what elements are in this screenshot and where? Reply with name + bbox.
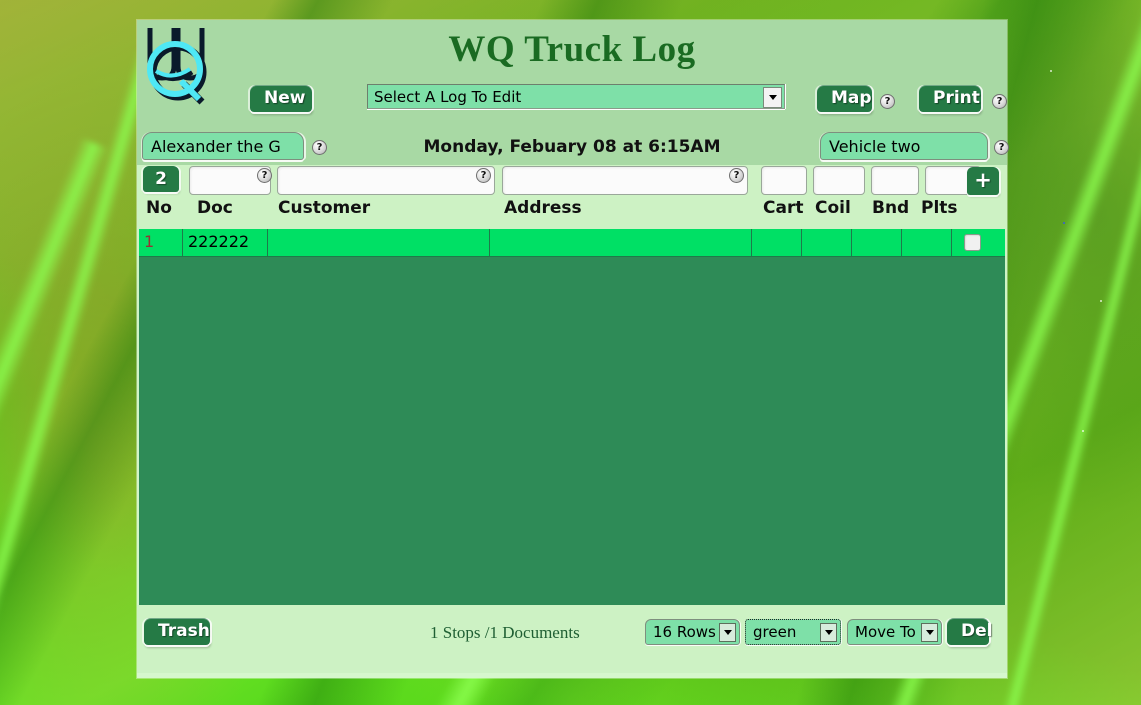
speck — [1063, 222, 1065, 224]
move-to-value: Move To — [855, 623, 916, 641]
stops-documents-status: 1 Stops /1 Documents — [430, 623, 580, 642]
cell-select — [952, 229, 992, 256]
log-select-value: Select A Log To Edit — [374, 88, 522, 106]
vehicle-help-icon[interactable]: ? — [994, 140, 1009, 155]
chevron-down-icon[interactable] — [820, 623, 837, 642]
map-button[interactable]: Map — [817, 85, 872, 112]
address-help-icon[interactable]: ? — [729, 168, 744, 183]
column-label-no: No — [146, 198, 172, 218]
entry-count-badge: 2 — [143, 166, 179, 192]
move-to-select[interactable]: Move To — [847, 619, 942, 645]
cell-cart[interactable] — [752, 229, 802, 256]
column-label-plts: Plts — [921, 198, 958, 218]
info-row: Alexander the G ? Monday, Febuary 08 at … — [137, 125, 1009, 165]
cell-bnd[interactable] — [852, 229, 902, 256]
new-button[interactable]: New — [250, 85, 312, 112]
cell-address[interactable] — [490, 229, 752, 256]
cell-coil[interactable] — [802, 229, 852, 256]
log-select-dropdown[interactable]: Select A Log To Edit — [367, 84, 785, 109]
column-label-doc: Doc — [197, 198, 233, 218]
speck — [1082, 430, 1084, 432]
chevron-down-icon[interactable] — [763, 87, 782, 108]
cell-customer[interactable] — [268, 229, 490, 256]
chevron-down-icon[interactable] — [719, 623, 736, 642]
table-row[interactable]: 1 222222 — [139, 229, 1005, 257]
add-entry-button[interactable]: + — [967, 167, 999, 195]
color-select-value: green — [753, 623, 797, 641]
print-button[interactable]: Print — [919, 85, 981, 112]
column-label-cart: Cart — [763, 198, 804, 218]
speck — [1050, 70, 1052, 72]
column-label-customer: Customer — [278, 198, 371, 218]
chevron-down-icon[interactable] — [921, 623, 938, 642]
column-header-row: 2 ? ? ? + No Doc Customer Address Cart C… — [137, 165, 1007, 227]
delete-button[interactable]: Del — [947, 618, 992, 645]
desktop-background: WQ Truck Log New Select A Log To Edit Ma… — [0, 0, 1141, 705]
toolbar: New Select A Log To Edit Map ? Print ? — [137, 82, 1007, 124]
vehicle-field[interactable]: Vehicle two — [820, 132, 988, 160]
doc-help-icon[interactable]: ? — [257, 168, 272, 183]
column-label-address: Address — [504, 198, 582, 218]
truck-log-window: WQ Truck Log New Select A Log To Edit Ma… — [137, 20, 1009, 678]
customer-input[interactable] — [277, 166, 495, 195]
row-checkbox[interactable] — [963, 234, 981, 251]
log-grid[interactable]: 1 222222 — [139, 227, 1005, 605]
print-help-icon[interactable]: ? — [992, 94, 1007, 109]
address-input[interactable] — [502, 166, 748, 195]
coil-input[interactable] — [813, 166, 865, 195]
window-header: WQ Truck Log New Select A Log To Edit Ma… — [137, 20, 1007, 125]
cart-input[interactable] — [761, 166, 807, 195]
page-title: WQ Truck Log — [448, 29, 696, 70]
cell-no[interactable]: 1 — [139, 229, 183, 256]
rows-per-page-value: 16 Rows — [653, 623, 716, 641]
rows-per-page-select[interactable]: 16 Rows — [645, 619, 740, 645]
speck — [1100, 300, 1102, 302]
column-label-coil: Coil — [815, 198, 851, 218]
color-select[interactable]: green — [745, 619, 841, 645]
column-label-bnd: Bnd — [872, 198, 910, 218]
cell-doc[interactable]: 222222 — [183, 229, 268, 256]
customer-help-icon[interactable]: ? — [476, 168, 491, 183]
trash-button[interactable]: Trash — [144, 618, 210, 645]
map-help-icon[interactable]: ? — [880, 94, 895, 109]
bnd-input[interactable] — [871, 166, 919, 195]
cell-plts[interactable] — [902, 229, 952, 256]
window-footer: Trash 1 Stops /1 Documents 16 Rows green… — [137, 605, 1007, 673]
